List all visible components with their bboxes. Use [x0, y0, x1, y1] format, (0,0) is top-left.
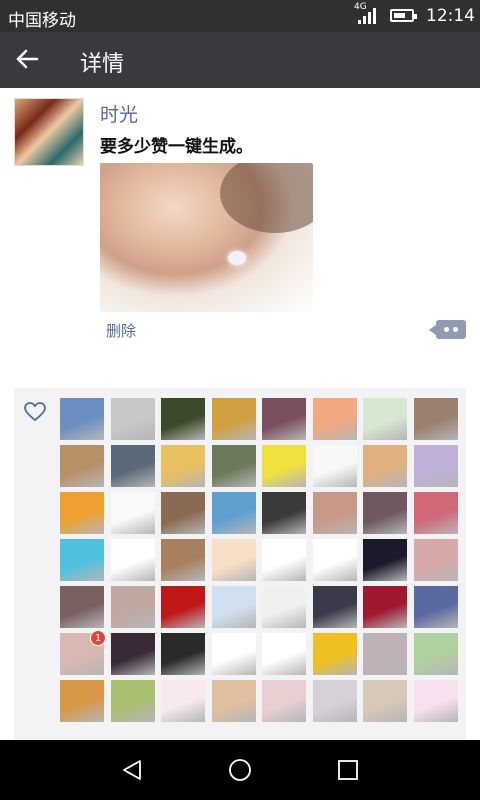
liker-avatar[interactable] — [211, 586, 256, 628]
liker-avatar[interactable] — [413, 492, 458, 534]
liker-avatar[interactable] — [110, 680, 155, 722]
liker-avatar[interactable] — [312, 586, 357, 628]
signal-icon — [358, 8, 378, 24]
heart-outline-icon — [24, 402, 46, 422]
carrier-label: 中国移动 — [8, 11, 76, 31]
avatar[interactable] — [14, 98, 84, 166]
liker-avatar[interactable] — [312, 492, 357, 534]
liker-avatar[interactable] — [413, 398, 458, 440]
liker-avatar[interactable] — [211, 539, 256, 581]
liker-avatar[interactable]: 1 — [60, 630, 106, 675]
liker-avatar[interactable] — [262, 539, 306, 581]
liker-avatar[interactable] — [363, 680, 407, 722]
battery-icon — [390, 9, 417, 22]
liker-avatar[interactable] — [60, 445, 104, 487]
liker-avatar[interactable] — [312, 633, 357, 675]
liker-avatar[interactable] — [413, 633, 458, 675]
liker-avatar[interactable] — [161, 492, 205, 534]
notification-badge: 1 — [90, 630, 106, 646]
arrow-left-icon[interactable] — [12, 44, 42, 74]
liker-avatar[interactable] — [312, 398, 357, 440]
liker-avatar[interactable] — [60, 492, 104, 534]
liker-avatar[interactable] — [211, 633, 256, 675]
liker-avatar[interactable] — [363, 492, 407, 534]
liker-avatar[interactable] — [161, 633, 205, 675]
liker-avatar[interactable] — [312, 445, 357, 487]
liker-avatar[interactable] — [211, 492, 256, 534]
toolbar: 详情 — [0, 32, 480, 88]
liker-avatar[interactable] — [363, 586, 407, 628]
clock: 12:14 — [426, 6, 475, 26]
liker-avatar[interactable] — [161, 680, 205, 722]
liker-avatar[interactable] — [363, 539, 407, 581]
liker-avatar[interactable] — [161, 445, 205, 487]
liker-avatar[interactable] — [211, 680, 256, 722]
liker-avatar[interactable] — [262, 586, 306, 628]
liker-avatar[interactable] — [60, 586, 104, 628]
liker-avatar[interactable] — [262, 633, 306, 675]
post-username[interactable]: 时光 — [100, 100, 138, 127]
liker-avatar[interactable] — [262, 398, 306, 440]
photo-detail — [220, 163, 313, 233]
liker-avatar[interactable] — [60, 539, 104, 581]
liker-avatar[interactable] — [363, 398, 407, 440]
photo-detail — [228, 251, 246, 265]
square-recent-icon[interactable] — [336, 758, 360, 782]
liker-avatar[interactable] — [211, 398, 256, 440]
liker-avatar[interactable] — [262, 445, 306, 487]
liker-avatar[interactable] — [413, 539, 458, 581]
liker-avatar[interactable] — [60, 680, 104, 722]
triangle-back-icon[interactable] — [120, 758, 144, 782]
liker-avatar[interactable] — [110, 398, 155, 440]
liker-avatar[interactable] — [60, 398, 104, 440]
page-title: 详情 — [80, 52, 125, 77]
liker-avatar[interactable] — [161, 539, 205, 581]
liker-avatar[interactable] — [110, 633, 155, 675]
liker-avatar[interactable] — [262, 680, 306, 722]
liker-avatar[interactable] — [312, 680, 357, 722]
post-content: 要多少赞一键生成。 — [100, 137, 253, 157]
liker-avatar[interactable] — [211, 445, 256, 487]
liker-avatar[interactable] — [413, 586, 458, 628]
liker-avatar[interactable] — [110, 539, 155, 581]
liker-avatar[interactable] — [312, 539, 357, 581]
status-bar: 中国移动 4G 12:14 — [0, 0, 480, 32]
liker-avatar[interactable] — [110, 492, 155, 534]
delete-button[interactable]: 删除 — [106, 320, 136, 341]
navigation-bar — [0, 740, 480, 800]
liker-avatar[interactable] — [413, 680, 458, 722]
liker-avatar[interactable] — [363, 445, 407, 487]
circle-home-icon[interactable] — [228, 758, 252, 782]
liker-avatar[interactable] — [161, 398, 205, 440]
liker-avatar[interactable] — [110, 586, 155, 628]
post-photo[interactable] — [100, 163, 313, 312]
liker-avatar[interactable] — [413, 445, 458, 487]
liker-avatar[interactable] — [262, 492, 306, 534]
liker-avatar[interactable] — [363, 633, 407, 675]
likes-panel: 1 — [14, 388, 466, 748]
liker-avatar[interactable] — [161, 586, 205, 628]
comment-more-icon[interactable] — [429, 320, 466, 339]
liker-avatar[interactable] — [110, 445, 155, 487]
